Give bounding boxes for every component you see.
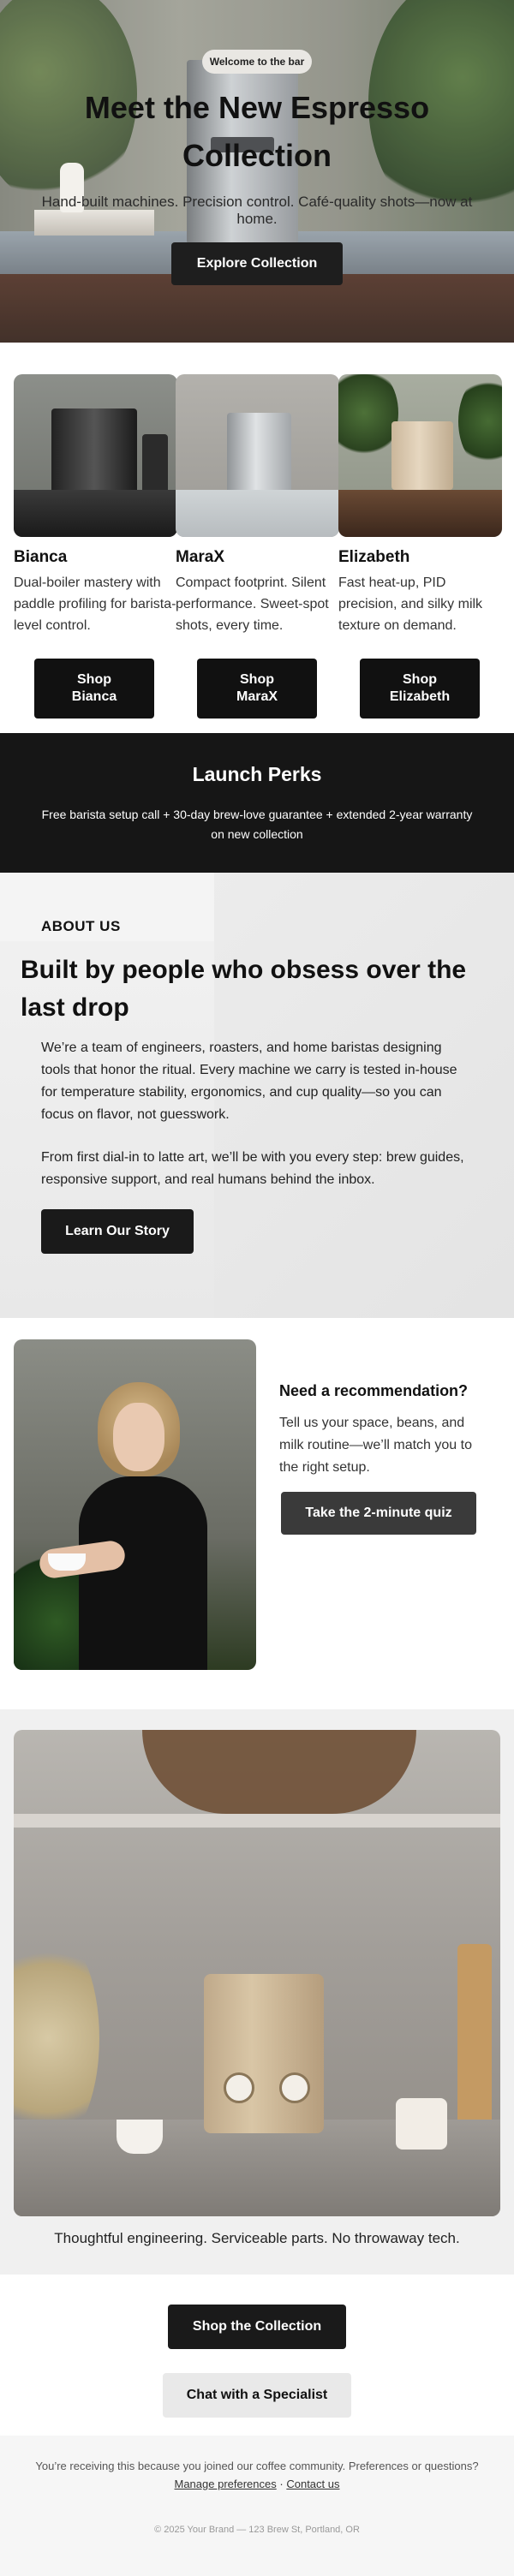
shop-collection-button[interactable]: Shop the Collection (168, 2305, 346, 2349)
feature-bowl (396, 2098, 447, 2150)
recommendation-title: Need a recommendation? (279, 1382, 469, 1399)
shop-bianca-button[interactable]: Shop Bianca (34, 659, 154, 719)
feature-machine-image (14, 1730, 500, 2216)
hero-section: Welcome to the bar Meet the New Espresso… (0, 0, 514, 343)
gauge-left (224, 2072, 254, 2103)
portrait-body (79, 1476, 207, 1670)
product-name: Elizabeth (338, 548, 410, 566)
feature-shelf (14, 1814, 500, 1828)
feature-grass (14, 1927, 99, 2150)
product-image-elizabeth[interactable] (338, 374, 502, 537)
portrait-cup (48, 1553, 86, 1571)
product-name: Bianca (14, 548, 68, 566)
explore-collection-button[interactable]: Explore Collection (171, 242, 343, 285)
footer: You’re receiving this because you joined… (0, 2436, 514, 2576)
shop-elizabeth-label: Shop Elizabeth (389, 672, 451, 704)
shop-bianca-label: Shop Bianca (71, 672, 117, 704)
take-quiz-button[interactable]: Take the 2-minute quiz (281, 1492, 476, 1535)
feature-machine (204, 1974, 324, 2133)
shop-marax-label: Shop MaraX (236, 672, 278, 704)
perks-text: Free barista setup call + 30-day brew-lo… (41, 808, 473, 841)
product-description: Dual-boiler mastery with paddle profilin… (14, 575, 176, 633)
about-label: ABOUT US (41, 918, 121, 934)
product-name: MaraX (176, 548, 225, 566)
feature-wood (142, 1730, 416, 1814)
cta-section: Shop the Collection Chat with a Speciali… (0, 2275, 514, 2436)
footer-separator: · (279, 2478, 284, 2490)
footer-links: Manage preferences · Contact us (0, 2478, 514, 2490)
product-description: Compact footprint. Silent performance. S… (176, 575, 329, 633)
manage-preferences-link[interactable]: Manage preferences (175, 2478, 277, 2490)
contact-us-link[interactable]: Contact us (286, 2478, 339, 2490)
footer-copyright: © 2025 Your Brand — 123 Brew St, Portlan… (154, 2525, 360, 2535)
products-section: Bianca Dual-boiler mastery with paddle p… (0, 343, 514, 733)
chat-specialist-button[interactable]: Chat with a Specialist (163, 2373, 351, 2418)
feature-section: Thoughtful engineering. Serviceable part… (0, 1709, 514, 2275)
perks-title: Launch Perks (192, 763, 322, 785)
about-paragraph-1: We’re a team of engineers, roasters, and… (41, 1041, 457, 1122)
welcome-badge: Welcome to the bar (202, 50, 312, 74)
learn-our-story-button[interactable]: Learn Our Story (41, 1209, 194, 1254)
about-paragraph-2: From first dial-in to latte art, we’ll b… (41, 1150, 464, 1187)
shop-elizabeth-button[interactable]: Shop Elizabeth (360, 659, 480, 719)
portrait-face (113, 1403, 164, 1471)
feature-caption: Thoughtful engineering. Serviceable part… (54, 2230, 460, 2246)
launch-perks-section: Launch Perks Free barista setup call + 3… (0, 733, 514, 873)
product-image-bianca[interactable] (14, 374, 177, 537)
hero-title: Meet the New Espresso Collection (84, 90, 430, 173)
barista-portrait (14, 1339, 256, 1670)
about-headline: Built by people who obsess over the last… (21, 956, 467, 1022)
recommendation-section: Need a recommendation? Tell us your spac… (0, 1318, 514, 1709)
shop-marax-button[interactable]: Shop MaraX (197, 659, 317, 719)
footer-notice: You’re receiving this because you joined… (35, 2460, 479, 2472)
recommendation-text: Tell us your space, beans, and milk rout… (279, 1416, 472, 1475)
product-description: Fast heat-up, PID precision, and silky m… (338, 575, 483, 633)
hero-subtitle: Hand-built machines. Precision control. … (41, 194, 473, 227)
gauge-right (279, 2072, 310, 2103)
product-image-marax[interactable] (176, 374, 339, 537)
feature-cup (117, 2120, 163, 2154)
about-section: ABOUT US Built by people who obsess over… (0, 873, 514, 1318)
